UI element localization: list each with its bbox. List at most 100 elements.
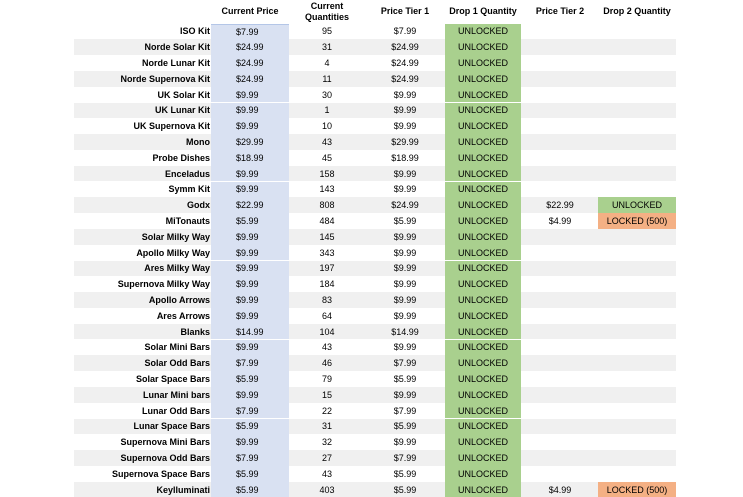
current-price-cell[interactable]: $9.99 xyxy=(211,339,289,356)
price-tier-2-cell[interactable] xyxy=(522,24,598,40)
price-tier-2-cell[interactable] xyxy=(522,166,598,182)
drop-2-status-cell[interactable] xyxy=(598,24,676,40)
price-tier-1-cell[interactable]: $29.99 xyxy=(365,134,445,150)
item-name-cell[interactable]: UK Solar Kit xyxy=(74,87,210,103)
price-tier-1-cell[interactable]: $5.99 xyxy=(365,419,445,435)
current-quantity-cell[interactable]: 22 xyxy=(290,403,364,419)
drop-1-status-cell[interactable]: UNLOCKED xyxy=(445,102,521,119)
drop-2-status-cell[interactable] xyxy=(598,308,676,324)
price-tier-1-cell[interactable]: $24.99 xyxy=(365,55,445,71)
drop-1-status-cell[interactable]: UNLOCKED xyxy=(445,228,521,245)
drop-2-status-cell[interactable] xyxy=(598,134,676,150)
item-name-cell[interactable]: Solar Space Bars xyxy=(74,371,210,387)
price-tier-2-cell[interactable] xyxy=(522,55,598,71)
current-quantity-cell[interactable]: 79 xyxy=(290,371,364,387)
current-price-cell[interactable]: $9.99 xyxy=(211,260,289,277)
item-name-cell[interactable]: Supernova Odd Bars xyxy=(74,450,210,466)
price-tier-2-cell[interactable] xyxy=(522,419,598,435)
price-tier-1-cell[interactable]: $9.99 xyxy=(365,387,445,403)
item-name-cell[interactable]: Norde Supernova Kit xyxy=(74,71,210,87)
current-price-cell[interactable]: $14.99 xyxy=(211,323,289,340)
price-tier-1-cell[interactable]: $9.99 xyxy=(365,182,445,198)
drop-2-status-cell[interactable] xyxy=(598,39,676,55)
item-name-cell[interactable]: Apollo Arrows xyxy=(74,292,210,308)
price-tier-2-cell[interactable] xyxy=(522,387,598,403)
drop-2-status-cell[interactable] xyxy=(598,261,676,277)
item-name-cell[interactable]: Apollo Milky Way xyxy=(74,245,210,261)
price-tier-2-cell[interactable] xyxy=(522,182,598,198)
current-price-cell[interactable]: $9.99 xyxy=(211,292,289,308)
current-quantity-cell[interactable]: 43 xyxy=(290,466,364,482)
price-tier-1-cell[interactable]: $18.99 xyxy=(365,150,445,166)
drop-1-status-cell[interactable]: UNLOCKED xyxy=(445,450,521,466)
current-quantity-cell[interactable]: 30 xyxy=(290,87,364,103)
drop-2-status-cell[interactable] xyxy=(598,229,676,245)
current-price-cell[interactable]: $9.99 xyxy=(211,386,289,403)
current-quantity-cell[interactable]: 31 xyxy=(290,39,364,55)
current-price-cell[interactable]: $9.99 xyxy=(211,102,289,119)
current-quantity-cell[interactable]: 4 xyxy=(290,55,364,71)
drop-1-status-cell[interactable]: UNLOCKED xyxy=(445,355,521,372)
current-price-cell[interactable]: $9.99 xyxy=(211,276,289,293)
drop-1-status-cell[interactable]: UNLOCKED xyxy=(445,323,521,340)
price-tier-2-cell[interactable] xyxy=(522,403,598,419)
price-tier-1-cell[interactable]: $9.99 xyxy=(365,166,445,182)
current-price-cell[interactable]: $9.99 xyxy=(211,165,289,182)
drop-1-status-cell[interactable]: UNLOCKED xyxy=(445,55,521,71)
drop-2-status-cell[interactable] xyxy=(598,87,676,103)
current-quantity-cell[interactable]: 31 xyxy=(290,419,364,435)
drop-1-status-cell[interactable]: UNLOCKED xyxy=(445,465,521,482)
current-price-cell[interactable]: $9.99 xyxy=(211,181,289,198)
price-tier-2-cell[interactable] xyxy=(522,466,598,482)
current-price-cell[interactable]: $5.99 xyxy=(211,418,289,435)
drop-1-status-cell[interactable]: UNLOCKED xyxy=(445,70,521,87)
header-drop-2-quantity[interactable]: Drop 2 Quantity xyxy=(598,0,676,23)
drop-1-status-cell[interactable]: UNLOCKED xyxy=(445,434,521,451)
price-tier-2-cell[interactable] xyxy=(522,87,598,103)
price-tier-1-cell[interactable]: $9.99 xyxy=(365,229,445,245)
current-quantity-cell[interactable]: 43 xyxy=(290,134,364,150)
current-price-cell[interactable]: $29.99 xyxy=(211,134,289,150)
drop-1-status-cell[interactable]: UNLOCKED xyxy=(445,339,521,356)
item-name-cell[interactable]: ISO Kit xyxy=(74,24,210,40)
current-quantity-cell[interactable]: 158 xyxy=(290,166,364,182)
drop-2-status-cell[interactable] xyxy=(598,466,676,482)
current-price-cell[interactable]: $24.99 xyxy=(211,70,289,87)
current-quantity-cell[interactable]: 484 xyxy=(290,213,364,229)
current-quantity-cell[interactable]: 1 xyxy=(290,103,364,119)
price-tier-2-cell[interactable] xyxy=(522,371,598,387)
current-quantity-cell[interactable]: 143 xyxy=(290,182,364,198)
drop-2-status-cell[interactable] xyxy=(598,166,676,182)
current-price-cell[interactable]: $9.99 xyxy=(211,244,289,261)
price-tier-2-cell[interactable] xyxy=(522,103,598,119)
header-current-price[interactable]: Current Price xyxy=(211,0,289,23)
drop-1-status-cell[interactable]: UNLOCKED xyxy=(445,418,521,435)
drop-2-status-cell[interactable] xyxy=(598,71,676,87)
price-tier-2-cell[interactable] xyxy=(522,308,598,324)
item-name-cell[interactable]: Supernova Milky Way xyxy=(74,276,210,292)
current-quantity-cell[interactable]: 83 xyxy=(290,292,364,308)
drop-1-status-cell[interactable]: UNLOCKED xyxy=(445,134,521,150)
current-price-cell[interactable]: $5.99 xyxy=(211,465,289,482)
price-tier-1-cell[interactable]: $9.99 xyxy=(365,261,445,277)
item-name-cell[interactable]: Solar Odd Bars xyxy=(74,355,210,371)
price-tier-2-cell[interactable] xyxy=(522,450,598,466)
drop-1-status-cell[interactable]: UNLOCKED xyxy=(445,149,521,166)
drop-1-status-cell[interactable]: UNLOCKED xyxy=(445,86,521,103)
drop-1-status-cell[interactable]: UNLOCKED xyxy=(445,307,521,324)
item-name-cell[interactable]: Blanks xyxy=(74,324,210,340)
current-price-cell[interactable]: $22.99 xyxy=(211,197,289,214)
current-quantity-cell[interactable]: 808 xyxy=(290,197,364,213)
current-quantity-cell[interactable]: 10 xyxy=(290,118,364,134)
drop-2-status-cell[interactable]: LOCKED (500) xyxy=(598,213,676,229)
drop-1-status-cell[interactable]: UNLOCKED xyxy=(445,213,521,229)
drop-1-status-cell[interactable]: UNLOCKED xyxy=(445,276,521,293)
current-quantity-cell[interactable]: 64 xyxy=(290,308,364,324)
drop-2-status-cell[interactable] xyxy=(598,403,676,419)
item-name-cell[interactable]: Supernova Space Bars xyxy=(74,466,210,482)
price-tier-2-cell[interactable] xyxy=(522,276,598,292)
header-current-quantities[interactable]: Current Quantities xyxy=(290,0,364,23)
price-tier-1-cell[interactable]: $24.99 xyxy=(365,39,445,55)
current-price-cell[interactable]: $9.99 xyxy=(211,86,289,103)
price-tier-1-cell[interactable]: $9.99 xyxy=(365,87,445,103)
